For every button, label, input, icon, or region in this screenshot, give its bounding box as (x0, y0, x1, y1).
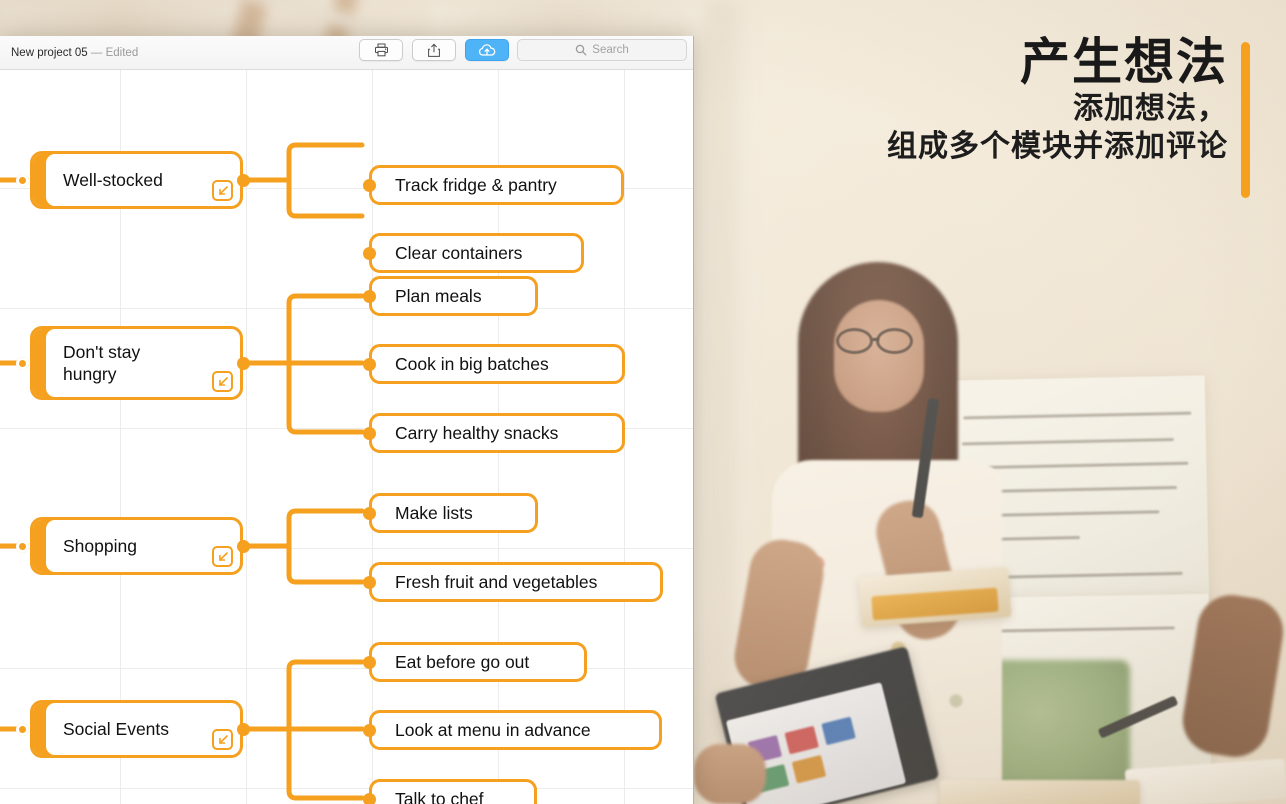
document-name: New project 05 (11, 46, 88, 59)
search-placeholder: Search (592, 44, 629, 56)
node-label: Eat before go out (395, 651, 530, 672)
node-label: Fresh fruit and vegetables (395, 571, 598, 592)
leaf-node[interactable]: Eat before go out (369, 642, 587, 682)
toolbar-buttons (359, 39, 509, 61)
branch-output-dot[interactable] (237, 540, 250, 553)
edited-status: Edited (105, 46, 139, 59)
title-separator: — (87, 46, 106, 59)
node-label: Well-stocked (63, 169, 163, 190)
collapse-arrow-icon[interactable] (212, 371, 233, 392)
branch-output-dot[interactable] (237, 723, 250, 736)
cloud-upload-icon (478, 43, 496, 56)
leaf-dot[interactable] (363, 179, 376, 192)
leaf-node[interactable]: Plan meals (369, 276, 538, 316)
leaf-dot[interactable] (363, 358, 376, 371)
leaf-node[interactable]: Clear containers (369, 233, 584, 273)
node-label: Clear containers (395, 242, 523, 263)
branch-input-dot[interactable] (16, 540, 29, 553)
branch-input-dot[interactable] (16, 723, 29, 736)
share-icon (428, 43, 440, 57)
leaf-dot[interactable] (363, 247, 376, 260)
share-button[interactable] (412, 39, 456, 61)
leaf-dot[interactable] (363, 576, 376, 589)
node-label: Talk to chef (395, 788, 484, 804)
branch-output-dot[interactable] (237, 174, 250, 187)
leaf-node[interactable]: Cook in big batches (369, 344, 625, 384)
leaf-node[interactable]: Make lists (369, 493, 538, 533)
leaf-dot[interactable] (363, 724, 376, 737)
node-label: Look at menu in advance (395, 719, 591, 740)
leaf-node[interactable]: Track fridge & pantry (369, 165, 624, 205)
arrow-down-left-icon (218, 551, 228, 561)
mindmap-canvas[interactable]: Well-stocked Track fridge & pantry Clear… (0, 70, 693, 804)
cloud-upload-button[interactable] (465, 39, 509, 61)
node-label: Shopping (63, 535, 137, 556)
arrow-down-left-icon (218, 185, 228, 195)
leaf-dot[interactable] (363, 290, 376, 303)
node-label: Track fridge & pantry (395, 174, 557, 195)
promo-title: 产生想法 (1020, 34, 1228, 90)
leaf-node[interactable]: Talk to chef (369, 779, 537, 804)
node-label: Make lists (395, 502, 473, 523)
accent-bar (1241, 42, 1250, 198)
collapse-arrow-icon[interactable] (212, 729, 233, 750)
leaf-dot[interactable] (363, 507, 376, 520)
branch-node[interactable]: Social Events (30, 700, 243, 758)
node-label: Social Events (63, 718, 170, 739)
branch-node[interactable]: Well-stocked (30, 151, 243, 209)
leaf-node[interactable]: Carry healthy snacks (369, 413, 625, 453)
leaf-dot[interactable] (363, 793, 376, 804)
promo-overlay: 产生想法 添加想法， 组成多个模块并添加评论 (770, 34, 1270, 198)
node-label: Cook in big batches (395, 353, 549, 374)
arrow-down-left-icon (218, 734, 228, 744)
document-title[interactable]: New project 05 — Edited (11, 47, 138, 59)
collapse-arrow-icon[interactable] (212, 546, 233, 567)
branch-node[interactable]: Shopping (30, 517, 243, 575)
search-input[interactable]: Search (517, 39, 687, 61)
print-button[interactable] (359, 39, 403, 61)
leaf-dot[interactable] (363, 427, 376, 440)
leaf-dot[interactable] (363, 656, 376, 669)
node-label: Carry healthy snacks (395, 422, 559, 443)
arrow-down-left-icon (218, 376, 228, 386)
leaf-node[interactable]: Look at menu in advance (369, 710, 662, 750)
window-titlebar: New project 05 — Edited Search (0, 36, 693, 70)
printer-icon (374, 43, 388, 57)
node-label: Don't stay hungry (63, 341, 141, 384)
branch-input-dot[interactable] (16, 174, 29, 187)
branch-node[interactable]: Don't stay hungry (30, 326, 243, 400)
branch-output-dot[interactable] (237, 357, 250, 370)
node-label: Plan meals (395, 285, 482, 306)
search-icon (576, 44, 587, 56)
collapse-arrow-icon[interactable] (212, 180, 233, 201)
promo-subtitle-line1: 添加想法， (1073, 92, 1228, 125)
branch-input-dot[interactable] (16, 357, 29, 370)
mindmap-app-window: New project 05 — Edited Search Well-stoc… (0, 36, 694, 804)
leaf-node[interactable]: Fresh fruit and vegetables (369, 562, 663, 602)
promo-subtitle-line2: 组成多个模块并添加评论 (887, 130, 1228, 164)
